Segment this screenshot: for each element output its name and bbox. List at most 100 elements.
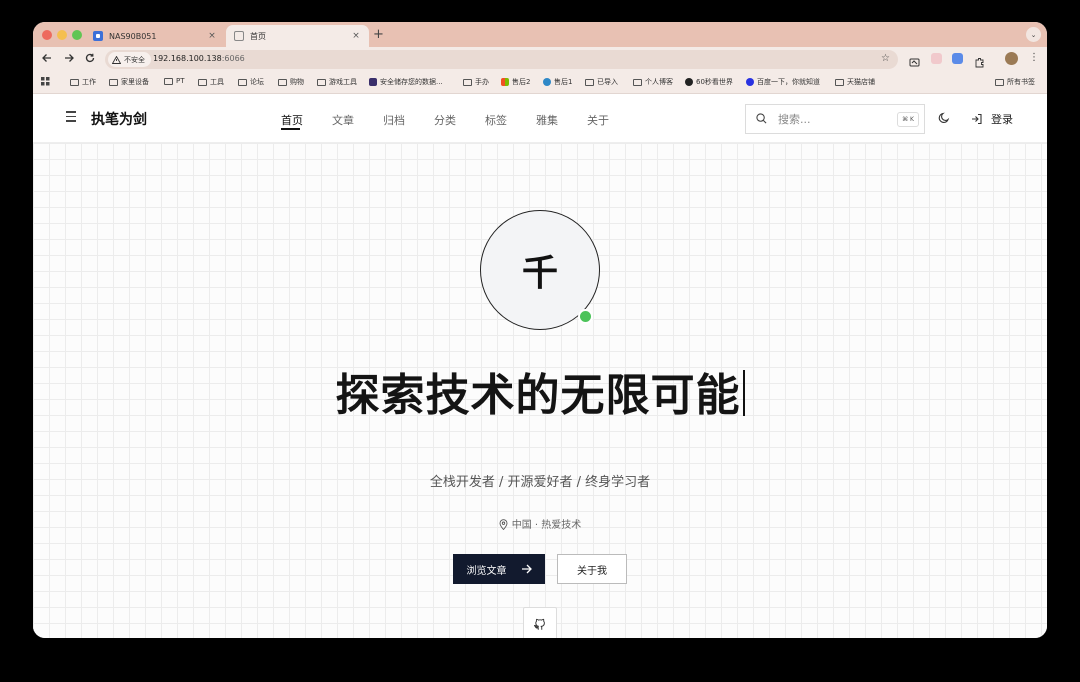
tab-home[interactable]: 首页 × bbox=[226, 25, 369, 47]
tab-nas[interactable]: NAS90B051 × bbox=[85, 25, 225, 47]
tab-search-button[interactable]: ⌄ bbox=[1026, 27, 1041, 42]
bookmark-item[interactable]: 百度一下，你就知道 bbox=[746, 77, 820, 87]
github-button[interactable] bbox=[523, 607, 557, 638]
bookmark-item[interactable]: 游戏工具 bbox=[317, 77, 357, 87]
bookmark-label: 论坛 bbox=[250, 78, 264, 86]
nav-tags[interactable]: 标签 bbox=[485, 112, 507, 128]
bookmark-label: 售后2 bbox=[512, 78, 531, 86]
hero-subtitle: 全栈开发者 / 开源爱好者 / 终身学习者 bbox=[429, 475, 651, 490]
url-text[interactable]: 192.168.100.138:6066 bbox=[153, 54, 245, 63]
nav-about[interactable]: 关于 bbox=[587, 112, 609, 128]
extension-icon[interactable] bbox=[909, 53, 920, 67]
site-icon bbox=[369, 78, 377, 86]
search-input[interactable] bbox=[778, 111, 888, 127]
folder-icon bbox=[585, 78, 594, 86]
about-me-button[interactable]: 关于我 bbox=[557, 554, 627, 584]
bookmark-item[interactable]: 安全储存您的数据... bbox=[369, 77, 443, 87]
browse-articles-label: 浏览文章 bbox=[466, 565, 507, 577]
extension-icon[interactable] bbox=[931, 53, 942, 64]
folder-icon bbox=[463, 78, 472, 86]
nav-archive[interactable]: 归档 bbox=[383, 112, 405, 128]
new-tab-button[interactable]: + bbox=[373, 28, 384, 41]
folder-icon bbox=[278, 78, 287, 86]
tab-close-icon[interactable]: × bbox=[351, 31, 361, 41]
back-button[interactable] bbox=[42, 53, 52, 67]
puzzle-icon[interactable] bbox=[974, 53, 985, 68]
login-button[interactable]: 登录 bbox=[971, 111, 1013, 127]
close-window-button[interactable] bbox=[42, 30, 52, 40]
site-icon bbox=[685, 78, 693, 86]
zoom-window-button[interactable] bbox=[72, 30, 82, 40]
warning-icon bbox=[112, 55, 121, 64]
bookmark-label: 个人博客 bbox=[645, 78, 673, 86]
nav-home[interactable]: 首页 bbox=[281, 112, 303, 128]
site-brand[interactable]: 执笔为剑 bbox=[91, 109, 147, 129]
tab-title: 首页 bbox=[250, 31, 266, 41]
security-indicator[interactable]: 不安全 bbox=[108, 52, 151, 67]
extension-icon[interactable] bbox=[952, 53, 963, 64]
bookmark-item[interactable]: 论坛 bbox=[238, 77, 264, 87]
bookmark-label: PT bbox=[176, 77, 185, 85]
tab-strip: NAS90B051 × 首页 × + ⌄ bbox=[33, 22, 1047, 47]
bookmarks-bar: 工作 家里设备 PT 工具 论坛 购物 游戏工具 安全储存您的数据... 手办 … bbox=[33, 72, 1047, 94]
bookmark-item[interactable]: 家里设备 bbox=[109, 77, 149, 87]
folder-icon bbox=[633, 78, 642, 86]
bookmark-item[interactable]: 工具 bbox=[198, 77, 224, 87]
minimize-window-button[interactable] bbox=[57, 30, 67, 40]
bookmark-label: 工具 bbox=[210, 78, 224, 86]
map-pin-icon bbox=[499, 519, 508, 530]
bookmark-item[interactable]: 手办 bbox=[463, 77, 489, 87]
bookmark-label: 已导入 bbox=[597, 78, 618, 86]
site-header: 执笔为剑 首页 文章 归档 分类 标签 雅集 关于 ⌘ K 登录 bbox=[33, 95, 1047, 143]
address-bar[interactable]: 不安全 192.168.100.138:6066 ☆ bbox=[105, 50, 898, 69]
bookmark-item[interactable]: 个人博客 bbox=[633, 77, 673, 87]
hero-title-text: 探索技术的无限可能 bbox=[335, 370, 741, 421]
folder-icon bbox=[109, 78, 118, 86]
nav-articles[interactable]: 文章 bbox=[332, 112, 354, 128]
tab-close-icon[interactable]: × bbox=[207, 31, 217, 41]
forward-button[interactable] bbox=[64, 53, 74, 67]
browser-toolbar: 不安全 192.168.100.138:6066 ☆ ⋮ bbox=[33, 47, 1047, 72]
bookmark-label: 售后1 bbox=[554, 78, 573, 86]
nav-collection[interactable]: 雅集 bbox=[536, 112, 558, 128]
folder-icon bbox=[70, 78, 79, 86]
bookmark-item[interactable]: 工作 bbox=[70, 77, 96, 87]
online-status-dot bbox=[578, 309, 593, 324]
bookmark-item[interactable]: 所有书签 bbox=[995, 77, 1035, 87]
bookmark-item[interactable]: 购物 bbox=[278, 77, 304, 87]
search-box[interactable]: ⌘ K bbox=[745, 104, 925, 134]
moon-icon[interactable] bbox=[938, 112, 950, 124]
nav-categories[interactable]: 分类 bbox=[434, 112, 456, 128]
baidu-icon bbox=[746, 78, 754, 86]
arrow-right-icon bbox=[65, 54, 74, 62]
arrow-right-icon bbox=[521, 564, 532, 574]
browser-menu-icon[interactable]: ⋮ bbox=[1029, 52, 1039, 63]
page-content: 执笔为剑 首页 文章 归档 分类 标签 雅集 关于 ⌘ K 登录 千 探索技术的… bbox=[33, 95, 1047, 638]
page-favicon-icon bbox=[234, 31, 244, 41]
folder-icon bbox=[835, 78, 844, 86]
menu-icon[interactable] bbox=[66, 111, 76, 125]
folder-icon bbox=[317, 78, 326, 86]
bookmark-label: 游戏工具 bbox=[329, 78, 357, 86]
bookmark-item[interactable]: 售后2 bbox=[501, 77, 530, 87]
apps-grid-icon[interactable] bbox=[41, 77, 50, 86]
bookmark-star-icon[interactable]: ☆ bbox=[881, 53, 890, 64]
bookmark-label: 购物 bbox=[290, 78, 304, 86]
location-text: 中国 · 热爱技术 bbox=[511, 520, 582, 531]
github-icon bbox=[533, 618, 545, 630]
bookmark-item[interactable]: 已导入 bbox=[585, 77, 618, 87]
bookmark-item[interactable]: PT bbox=[164, 77, 185, 85]
site-icon bbox=[543, 78, 551, 86]
hero-title: 探索技术的无限可能 bbox=[33, 359, 1047, 423]
url-port: :6066 bbox=[221, 54, 245, 63]
browser-window: NAS90B051 × 首页 × + ⌄ 不安全 192.168.100.138… bbox=[33, 22, 1047, 638]
location-line: 中国 · 热爱技术 bbox=[33, 516, 1047, 531]
bookmark-item[interactable]: 天猫店铺 bbox=[835, 77, 875, 87]
search-shortcut-hint: ⌘ K bbox=[897, 112, 919, 127]
bookmark-item[interactable]: 60秒看世界 bbox=[685, 77, 733, 87]
browse-articles-button[interactable]: 浏览文章 bbox=[453, 554, 545, 584]
profile-avatar[interactable] bbox=[1005, 52, 1018, 65]
bookmark-label: 安全储存您的数据... bbox=[380, 78, 443, 86]
bookmark-item[interactable]: 售后1 bbox=[543, 77, 572, 87]
reload-button[interactable] bbox=[85, 53, 95, 67]
